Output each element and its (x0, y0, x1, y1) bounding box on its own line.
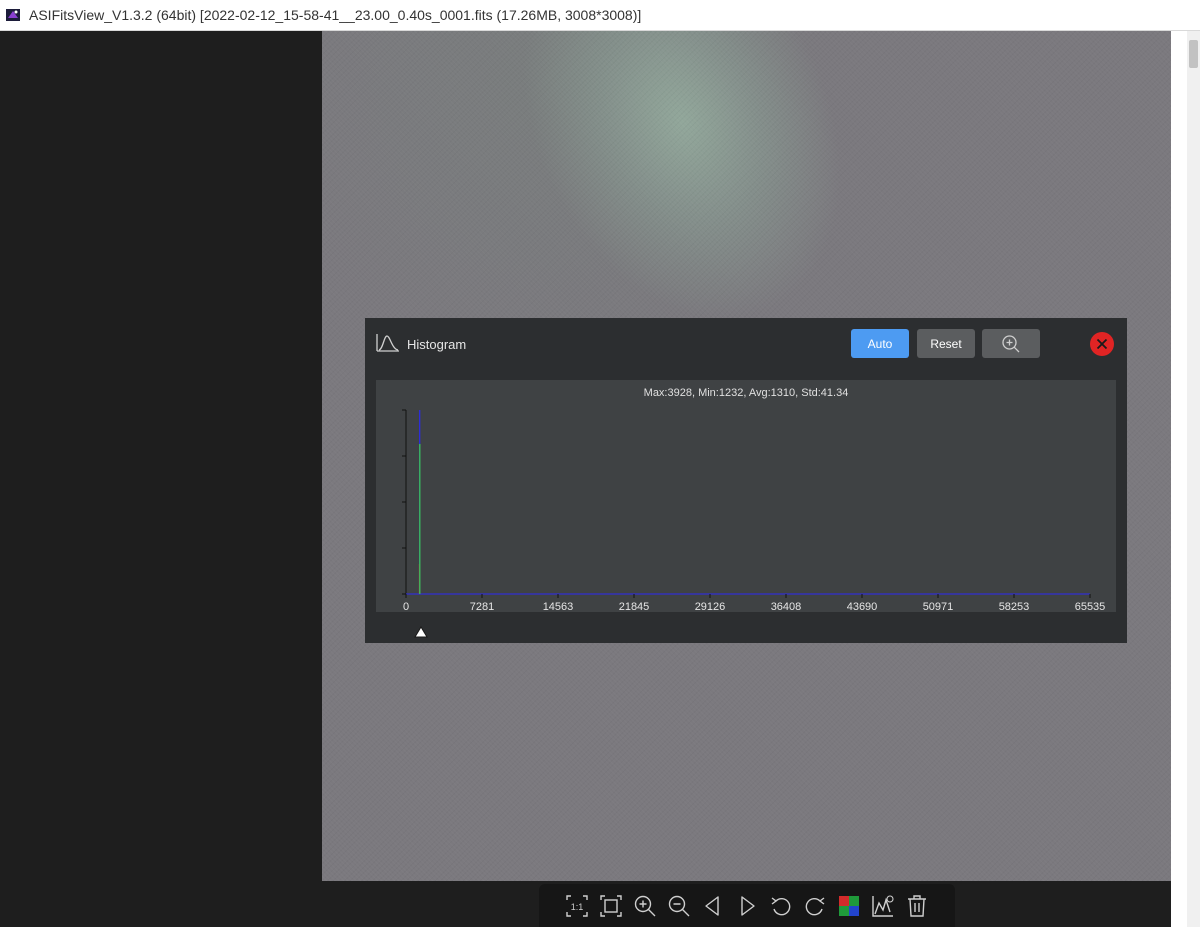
debayer-button[interactable] (837, 894, 861, 918)
histogram-toggle-button[interactable] (871, 894, 895, 918)
magnifier-plus-icon (1002, 334, 1020, 352)
vertical-scrollbar[interactable] (1187, 31, 1200, 927)
delete-button[interactable] (905, 894, 929, 918)
zoom-out-icon (668, 895, 690, 916)
actual-size-icon: 1:1 (566, 894, 588, 917)
zoom-in-icon (634, 895, 656, 916)
zoom-out-button[interactable] (667, 894, 691, 918)
x-tick-label: 50971 (923, 601, 954, 612)
histogram-icon (872, 894, 894, 917)
histogram-panel: Histogram Auto Reset Max:3928, Min:1232,… (365, 318, 1127, 643)
x-tick-label: 43690 (847, 601, 878, 612)
rotate-left-button[interactable] (769, 894, 793, 918)
histogram-title: Histogram (407, 337, 467, 352)
black-point-slider[interactable] (414, 626, 428, 638)
x-tick-label: 14563 (543, 601, 574, 612)
next-image-button[interactable] (735, 894, 759, 918)
histogram-chart: Max:3928, Min:1232, Avg:1310, Std:41.34 … (376, 380, 1116, 612)
fit-screen-icon (600, 894, 622, 917)
x-tick-label: 36408 (771, 601, 802, 612)
zoom-in-button[interactable] (633, 894, 657, 918)
title-bar: ASIFitsView_V1.3.2 (64bit) [2022-02-12_1… (0, 0, 1200, 31)
actual-size-label: 1:1 (571, 902, 584, 912)
close-histogram-button[interactable] (1090, 332, 1114, 356)
reset-button[interactable]: Reset (917, 329, 975, 358)
fit-screen-button[interactable] (599, 894, 623, 918)
x-tick-label: 0 (403, 601, 409, 612)
x-tick-label: 7281 (470, 601, 494, 612)
scrollbar-thumb[interactable] (1189, 40, 1198, 68)
histogram-plot: 0 7281 14563 21845 29126 36408 43690 50971 58253… (402, 409, 1106, 612)
rotate-left-icon (771, 896, 791, 915)
window-title: ASIFitsView_V1.3.2 (64bit) [2022-02-12_1… (29, 7, 642, 23)
app-icon (6, 9, 20, 21)
debayer-icon (839, 895, 859, 916)
next-icon (741, 895, 755, 916)
histogram-zoom-button[interactable] (982, 329, 1040, 358)
x-tick-label: 21845 (619, 601, 650, 612)
delete-icon (908, 894, 926, 917)
rotate-right-icon (805, 896, 825, 915)
rotate-right-button[interactable] (803, 894, 827, 918)
actual-size-button[interactable]: 1:1 (565, 894, 589, 918)
x-tick-label: 58253 (999, 601, 1030, 612)
close-icon (1096, 338, 1108, 350)
auto-button[interactable]: Auto (851, 329, 909, 358)
previous-image-button[interactable] (701, 894, 725, 918)
x-tick-label: 29126 (695, 601, 726, 612)
x-tick-label: 65535 (1075, 601, 1106, 612)
histogram-curve-icon (376, 334, 399, 352)
previous-icon (705, 895, 719, 916)
bottom-toolbar: 1:1 (539, 884, 955, 927)
